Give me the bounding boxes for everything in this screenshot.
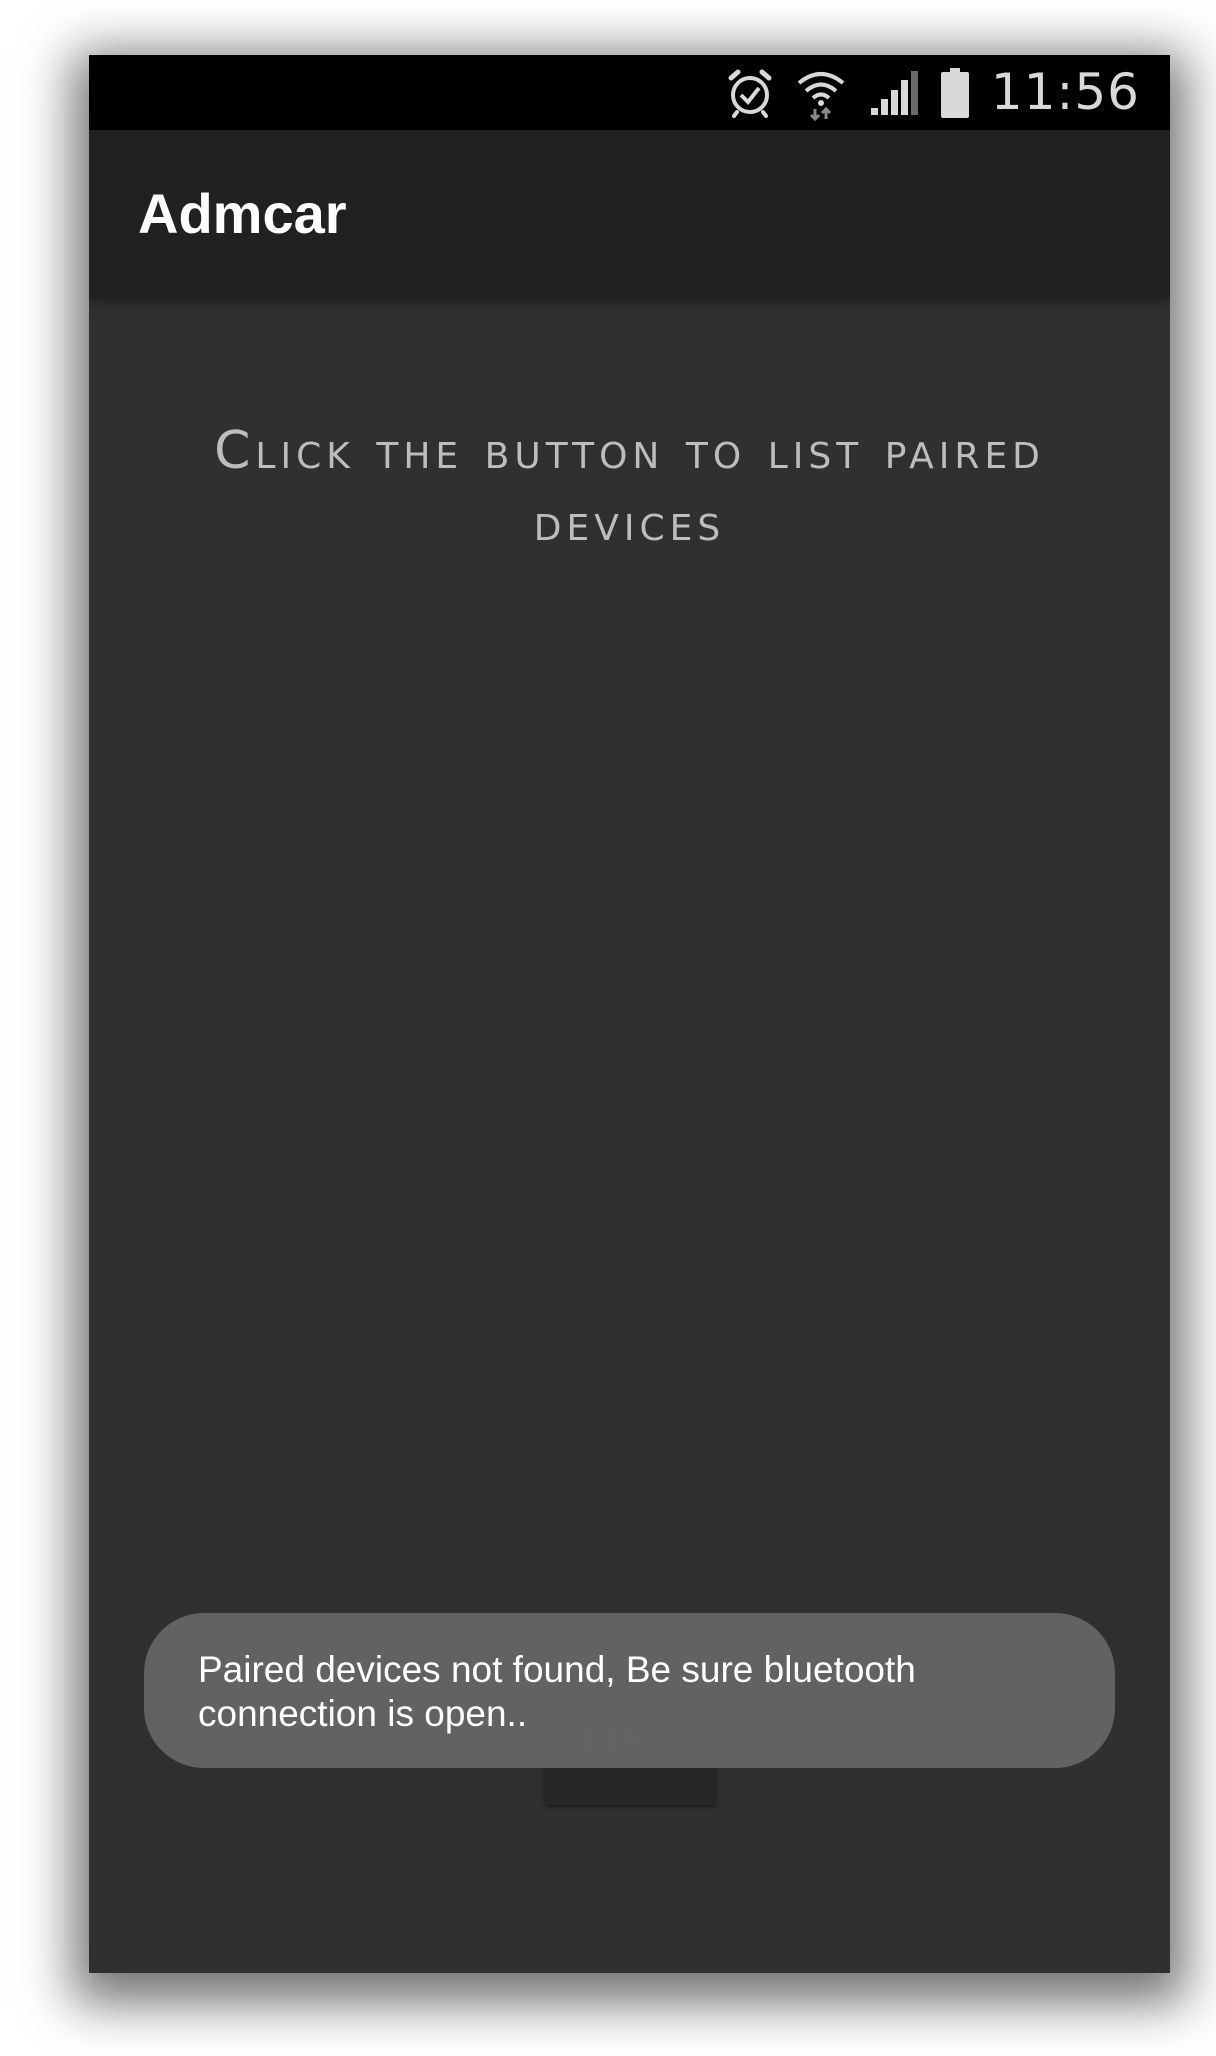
app-bar: Admcar	[89, 130, 1170, 298]
wifi-icon	[795, 65, 847, 121]
status-time: 11:56	[990, 63, 1140, 121]
status-bar: 11:56	[89, 55, 1170, 130]
status-icons: 11:56	[727, 55, 1140, 130]
alarm-icon	[727, 68, 773, 118]
phone-screen: 11:56 Admcar Click the button to list pa…	[89, 55, 1170, 1973]
signal-icon	[869, 70, 919, 116]
toast-message: Paired devices not found, Be sure blueto…	[144, 1613, 1115, 1768]
app-title: Admcar	[138, 182, 347, 245]
instruction-text: Click the button to list paired devices	[214, 421, 1045, 553]
battery-icon	[940, 67, 969, 118]
